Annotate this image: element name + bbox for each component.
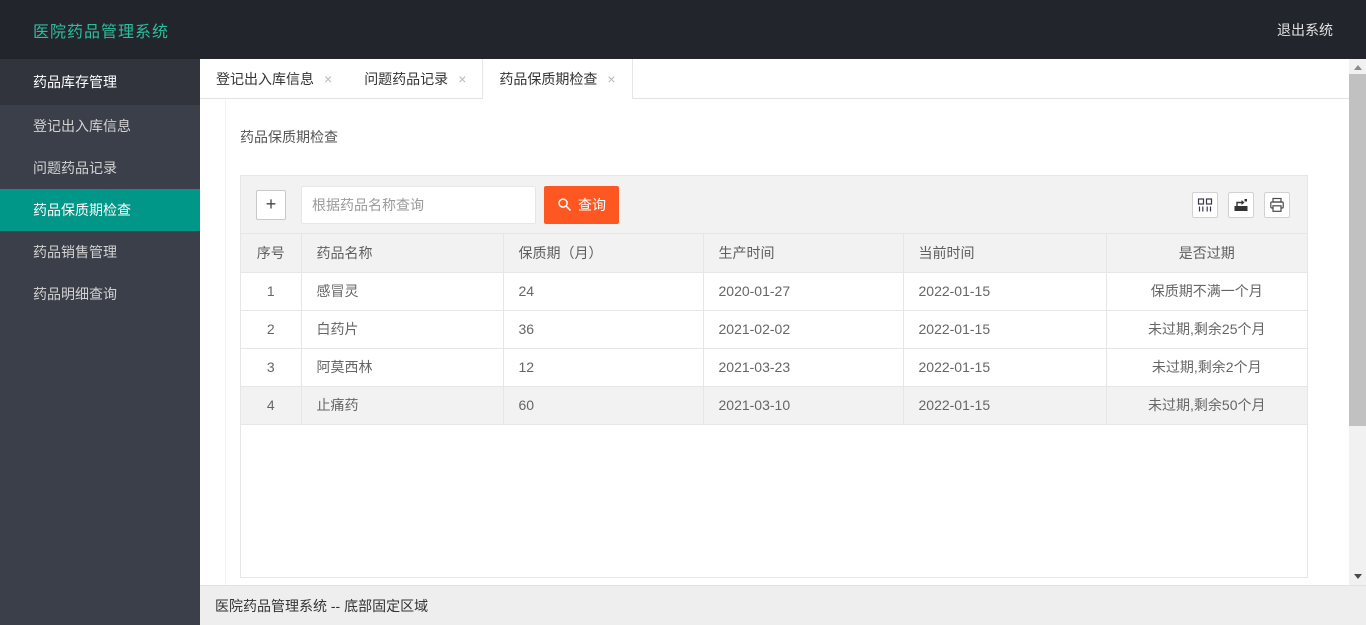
sidebar-item-drug-sales[interactable]: 药品销售管理 xyxy=(0,231,200,273)
column-header-expired: 是否过期 xyxy=(1106,234,1307,273)
cell-production: 2021-02-02 xyxy=(703,310,904,349)
table-row[interactable]: 4 止痛药 60 2021-03-10 2022-01-15 未过期,剩余50个… xyxy=(241,386,1307,425)
cell-seq: 4 xyxy=(241,386,302,425)
close-icon[interactable] xyxy=(607,72,615,86)
table-toolbar: + 查询 xyxy=(241,176,1307,234)
columns-icon xyxy=(1197,197,1213,213)
column-header-name: 药品名称 xyxy=(301,234,504,273)
table-empty-space xyxy=(241,424,1307,577)
cell-name: 止痛药 xyxy=(301,386,504,425)
cell-current: 2022-01-15 xyxy=(903,310,1107,349)
footer-text: 医院药品管理系统 -- 底部固定区域 xyxy=(215,597,429,614)
page-content: 药品保质期检查 + 查询 xyxy=(225,99,1349,585)
status-text: 保质期不满一个月 xyxy=(1106,272,1307,311)
export-icon xyxy=(1233,197,1249,213)
cell-seq: 3 xyxy=(241,348,302,387)
tab-label: 药品保质期检查 xyxy=(499,71,598,87)
cell-shelf: 12 xyxy=(503,348,704,387)
toolbar-right-icons xyxy=(1192,191,1290,218)
cell-seq: 1 xyxy=(241,272,302,311)
sidebar-item-shelf-life-check[interactable]: 药品保质期检查 xyxy=(0,189,200,231)
column-header-shelf: 保质期（月） xyxy=(503,234,704,273)
search-input[interactable] xyxy=(301,185,536,224)
sidebar-item-register-in-out[interactable]: 登记出入库信息 xyxy=(0,105,200,147)
app-header: 医院药品管理系统 退出系统 xyxy=(0,0,1366,59)
cell-production: 2021-03-23 xyxy=(703,348,904,387)
cell-current: 2022-01-15 xyxy=(903,386,1107,425)
table-row[interactable]: 3 阿莫西林 12 2021-03-23 2022-01-15 未过期,剩余2个… xyxy=(241,348,1307,387)
main-area: 登记出入库信息 问题药品记录 药品保质期检查 药品保质期检查 + xyxy=(200,59,1349,585)
app-footer: 医院药品管理系统 -- 底部固定区域 xyxy=(200,585,1366,625)
scrollbar-thumb[interactable] xyxy=(1349,74,1366,426)
cell-seq: 2 xyxy=(241,310,302,349)
shelf-life-table: 序号 药品名称 保质期（月） 生产时间 当前时间 是否过期 1 感冒灵 24 2… xyxy=(241,234,1307,425)
cell-current: 2022-01-15 xyxy=(903,348,1107,387)
scroll-down-arrow-icon[interactable] xyxy=(1349,568,1366,585)
column-header-seq: 序号 xyxy=(241,234,302,273)
search-button-label: 查询 xyxy=(578,196,606,213)
print-button[interactable] xyxy=(1264,191,1290,218)
cell-production: 2020-01-27 xyxy=(703,272,904,311)
app-title: 医院药品管理系统 xyxy=(33,23,170,41)
search-button[interactable]: 查询 xyxy=(544,185,619,224)
export-button[interactable] xyxy=(1228,191,1254,218)
search-icon xyxy=(557,197,572,212)
cell-name: 阿莫西林 xyxy=(301,348,504,387)
tab-label: 登记出入库信息 xyxy=(216,71,314,87)
vertical-scrollbar[interactable] xyxy=(1349,59,1366,585)
tab-register-in-out[interactable]: 登记出入库信息 xyxy=(200,59,348,99)
cell-name: 白药片 xyxy=(301,310,504,349)
cell-shelf: 60 xyxy=(503,386,704,425)
column-header-production: 生产时间 xyxy=(703,234,904,273)
tab-label: 问题药品记录 xyxy=(364,71,449,87)
tab-problem-drugs[interactable]: 问题药品记录 xyxy=(348,59,482,99)
page-title: 药品保质期检查 xyxy=(240,129,338,145)
status-text: 未过期,剩余2个月 xyxy=(1106,348,1307,387)
status-text: 未过期,剩余25个月 xyxy=(1106,310,1307,349)
cell-production: 2021-03-10 xyxy=(703,386,904,425)
cell-shelf: 36 xyxy=(503,310,704,349)
sidebar-item-problem-drugs[interactable]: 问题药品记录 xyxy=(0,147,200,189)
table-card: + 查询 xyxy=(240,175,1308,578)
column-header-current: 当前时间 xyxy=(903,234,1107,273)
close-icon[interactable] xyxy=(324,72,332,86)
print-icon xyxy=(1269,197,1285,213)
table-row[interactable]: 1 感冒灵 24 2020-01-27 2022-01-15 保质期不满一个月 xyxy=(241,272,1307,311)
tab-bar: 登记出入库信息 问题药品记录 药品保质期检查 xyxy=(200,59,1349,99)
logout-button[interactable]: 退出系统 xyxy=(1277,20,1333,40)
cell-name: 感冒灵 xyxy=(301,272,504,311)
sidebar: 药品库存管理 登记出入库信息 问题药品记录 药品保质期检查 药品销售管理 药品明… xyxy=(0,59,200,625)
cell-shelf: 24 xyxy=(503,272,704,311)
status-text: 未过期,剩余50个月 xyxy=(1106,386,1307,425)
tab-shelf-life-check[interactable]: 药品保质期检查 xyxy=(482,59,633,99)
add-button[interactable]: + xyxy=(256,189,286,220)
close-icon[interactable] xyxy=(458,72,466,86)
table-header-row: 序号 药品名称 保质期（月） 生产时间 当前时间 是否过期 xyxy=(241,234,1307,273)
sidebar-group-drug-inventory[interactable]: 药品库存管理 xyxy=(0,59,200,105)
table-row[interactable]: 2 白药片 36 2021-02-02 2022-01-15 未过期,剩余25个… xyxy=(241,310,1307,349)
columns-filter-button[interactable] xyxy=(1192,191,1218,218)
cell-current: 2022-01-15 xyxy=(903,272,1107,311)
sidebar-item-drug-detail-query[interactable]: 药品明细查询 xyxy=(0,273,200,315)
